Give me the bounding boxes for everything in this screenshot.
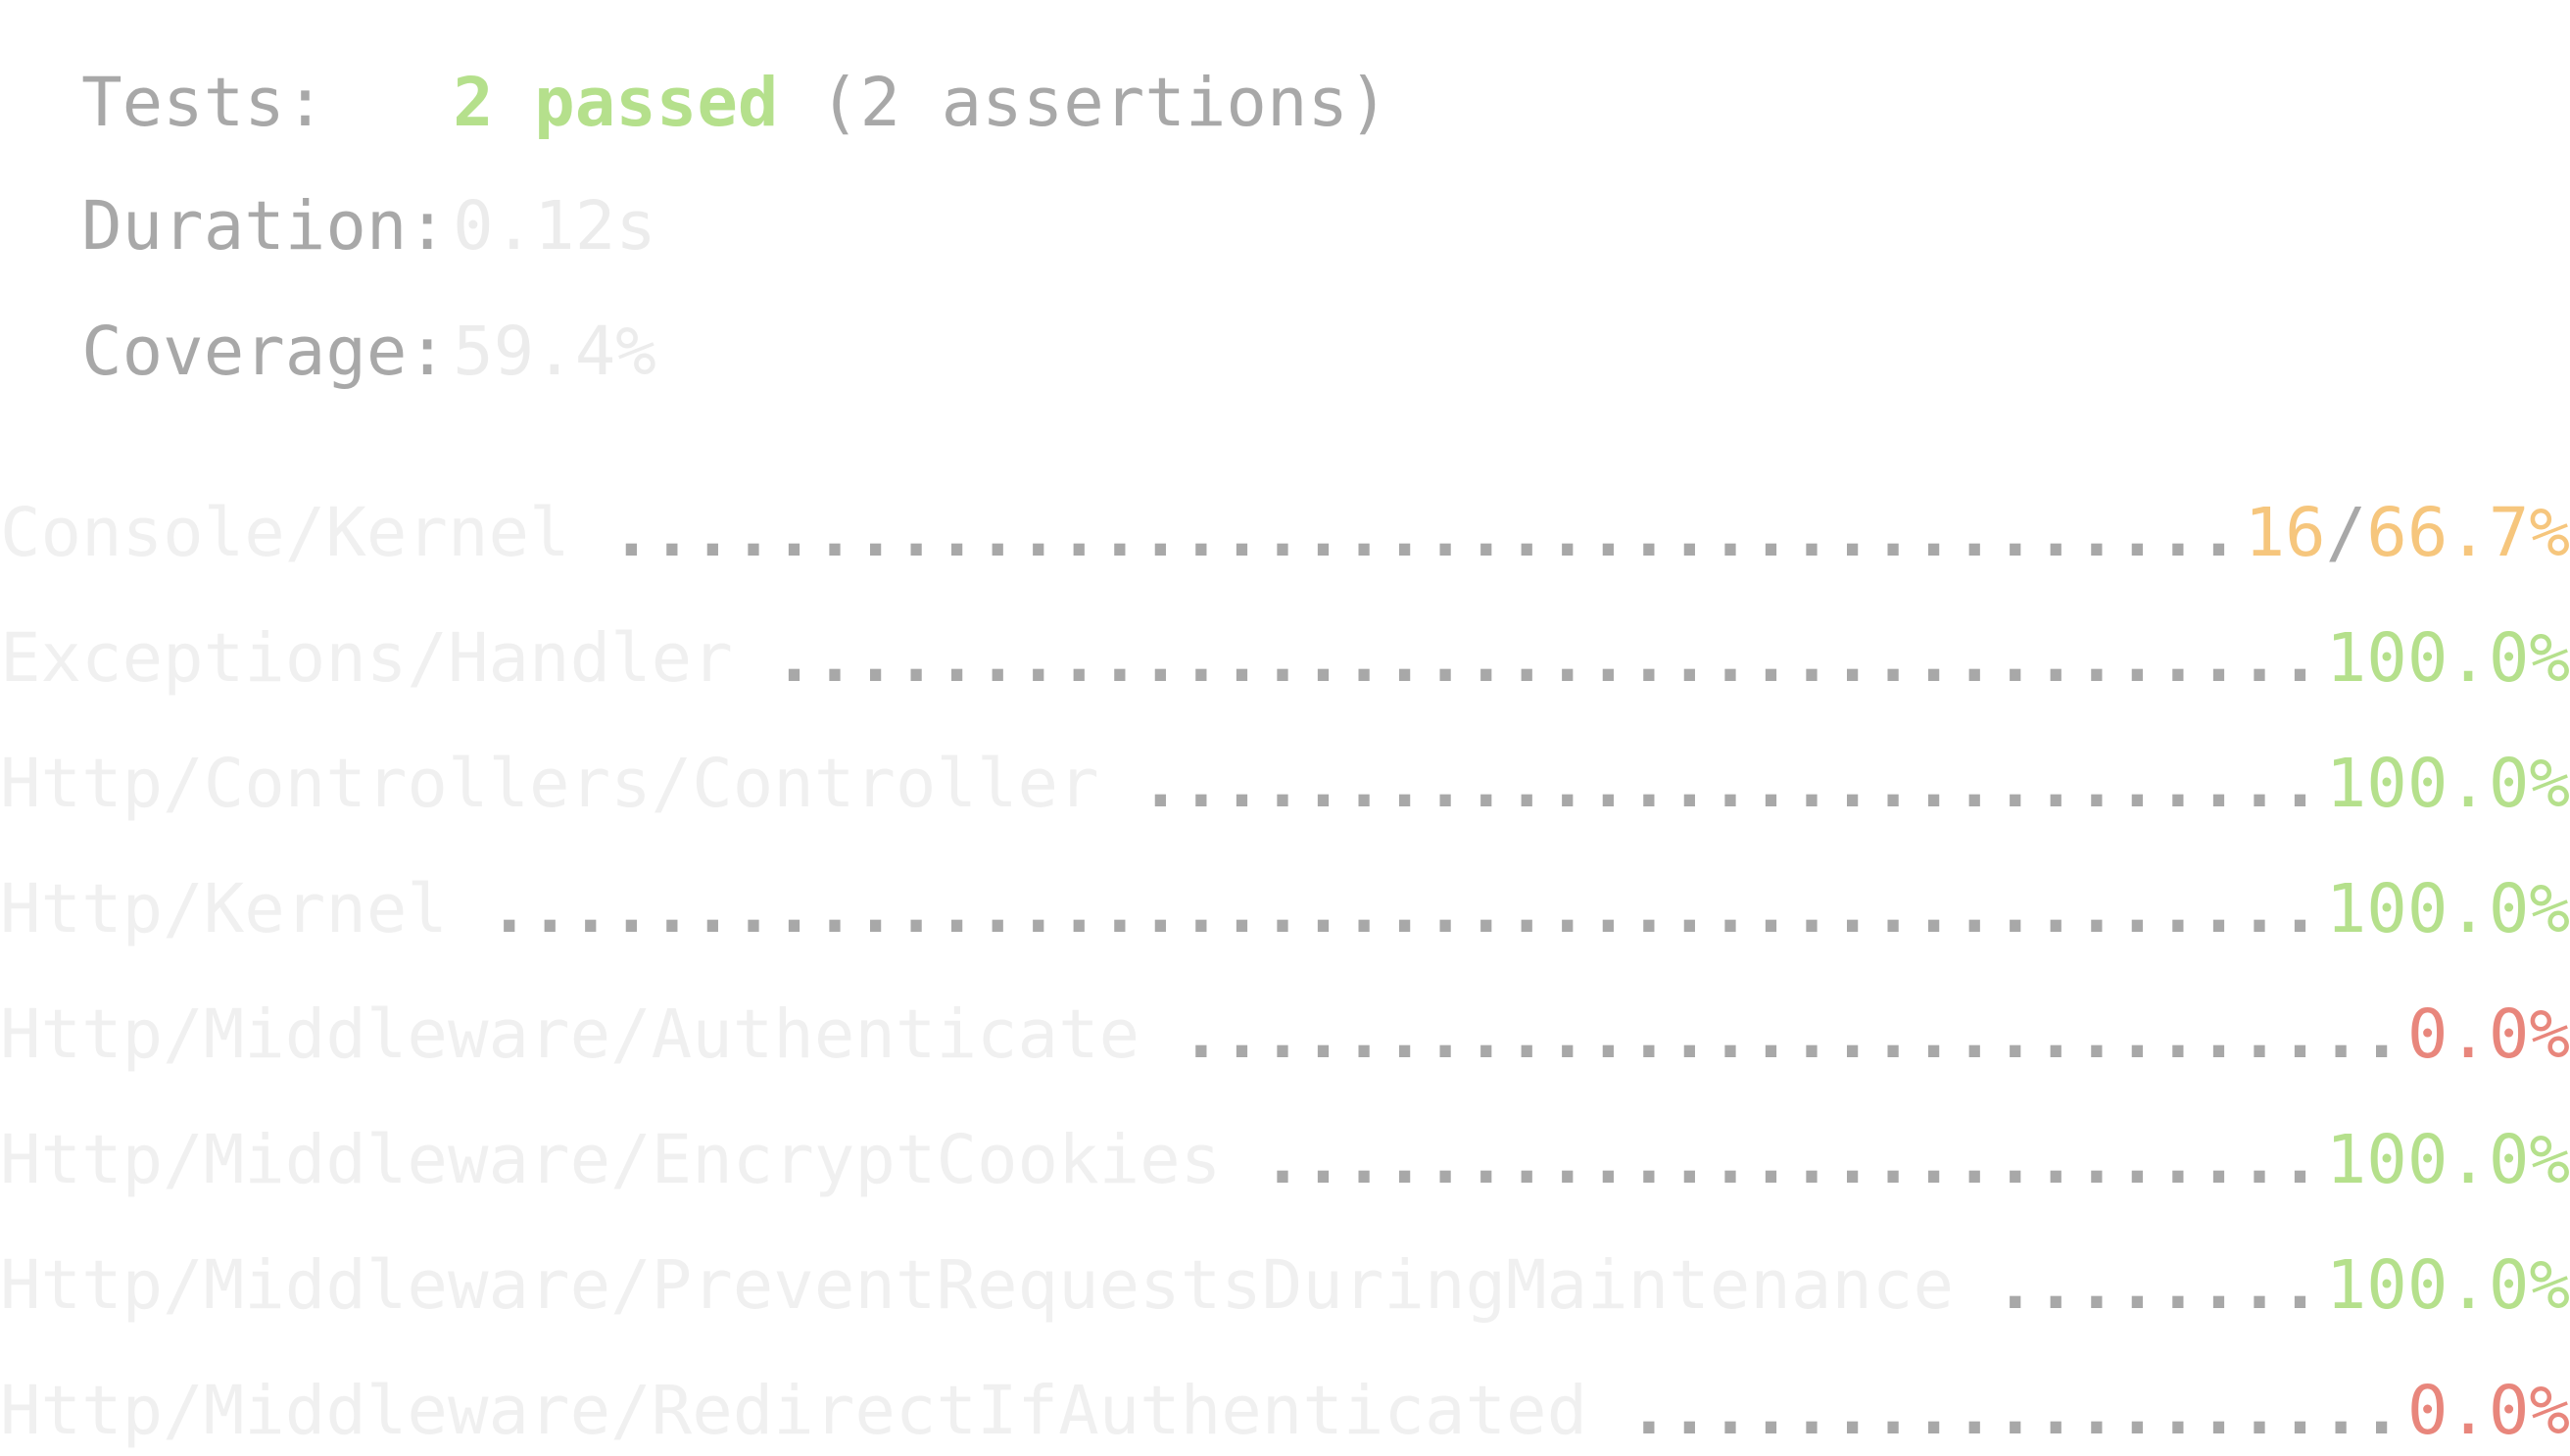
coverage-separator: / xyxy=(2325,494,2367,572)
coverage-percent: 100.0% xyxy=(2325,1246,2570,1325)
coverage-dot-leader xyxy=(489,876,2308,944)
coverage-row: Console/Kernel16 / 66.7% xyxy=(0,500,2570,578)
coverage-row: Http/Controllers/Controller100.0% xyxy=(0,751,2570,829)
coverage-label: Coverage: xyxy=(81,313,448,391)
duration-line: Duration:0.12s xyxy=(0,125,656,261)
coverage-row: Http/Kernel100.0% xyxy=(0,876,2570,954)
coverage-file-name: Http/Middleware/EncryptCookies xyxy=(0,1121,1222,1199)
coverage-row: Http/Middleware/RedirectIfAuthenticated0… xyxy=(0,1378,2570,1456)
coverage-row: Http/Middleware/Authenticate0.0% xyxy=(0,1001,2570,1080)
coverage-dot-leader xyxy=(611,500,2227,567)
coverage-percent: 66.7% xyxy=(2366,494,2570,572)
coverage-file-name: Http/Middleware/PreventRequestsDuringMai… xyxy=(0,1246,1954,1325)
coverage-percent: 100.0% xyxy=(2325,1121,2570,1199)
coverage-line: Coverage:59.4% xyxy=(0,251,656,386)
coverage-row: Http/Middleware/EncryptCookies100.0% xyxy=(0,1127,2570,1205)
coverage-row: Exceptions/Handler100.0% xyxy=(0,625,2570,704)
coverage-percent: 0.0% xyxy=(2406,995,2570,1074)
tests-assertions-count: (2 assertions) xyxy=(818,64,1389,142)
coverage-file-name: Http/Kernel xyxy=(0,870,448,948)
coverage-file-name: Exceptions/Handler xyxy=(0,619,733,698)
coverage-dot-leader xyxy=(1140,751,2308,818)
coverage-dot-leader xyxy=(1995,1252,2308,1320)
coverage-percent: 100.0% xyxy=(2325,870,2570,948)
coverage-dot-leader xyxy=(1181,1001,2390,1069)
coverage-file-name: Http/Controllers/Controller xyxy=(0,745,1099,823)
coverage-dot-leader xyxy=(774,625,2308,693)
coverage-row: Http/Middleware/PreventRequestsDuringMai… xyxy=(0,1252,2570,1331)
coverage-file-name: Console/Kernel xyxy=(0,494,570,572)
coverage-dot-leader xyxy=(1262,1127,2308,1194)
coverage-file-name: Http/Middleware/Authenticate xyxy=(0,995,1140,1074)
coverage-total-value: 59.4% xyxy=(453,313,656,391)
coverage-file-name: Http/Middleware/RedirectIfAuthenticated xyxy=(0,1372,1588,1450)
coverage-percent: 100.0% xyxy=(2325,745,2570,823)
coverage-percent: 100.0% xyxy=(2325,619,2570,698)
tests-summary-line: Tests: 2 passed (2 assertions) xyxy=(0,2,1388,137)
coverage-dot-leader xyxy=(1628,1378,2390,1445)
coverage-uncovered-lines: 16 xyxy=(2244,494,2326,572)
coverage-percent: 0.0% xyxy=(2406,1372,2570,1450)
